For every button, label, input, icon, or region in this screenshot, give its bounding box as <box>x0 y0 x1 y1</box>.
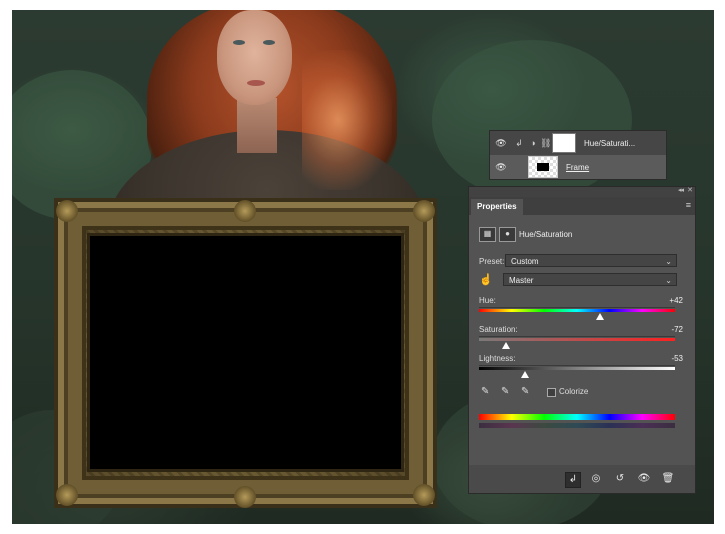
layer-mask-icon[interactable]: ● <box>499 227 516 242</box>
layer-row-hue-saturation[interactable]: 👁 ↲ ◑ ⛓ Hue/Saturati... <box>490 131 666 155</box>
eyedropper-plus-icon[interactable]: ✎ <box>501 386 509 397</box>
hue-slider-handle[interactable] <box>595 313 604 320</box>
lightness-slider-handle[interactable] <box>521 371 530 378</box>
layers-panel: 👁 ↲ ◑ ⛓ Hue/Saturati... 👁 Frame <box>489 130 667 180</box>
hamburger-menu-icon[interactable]: ≡ <box>686 200 691 210</box>
neck <box>237 98 277 153</box>
output-color-spectrum <box>479 423 675 428</box>
lightness-gradient-bar <box>479 367 675 370</box>
channel-dropdown[interactable]: Master ⌄ <box>503 273 677 286</box>
visibility-eye-icon[interactable]: 👁 <box>494 162 508 173</box>
saturation-track <box>479 336 675 337</box>
double-chevron-icon[interactable]: ◂◂ <box>678 186 684 194</box>
frame-ornament <box>234 200 256 222</box>
targeted-adjustment-hand-icon[interactable]: ☝ <box>479 273 493 286</box>
panel-tab-bar: Properties ≡ <box>469 197 695 215</box>
hue-gradient-bar <box>479 309 675 312</box>
panel-header-strip: ◂◂ ✕ <box>469 187 695 197</box>
face <box>217 10 292 105</box>
layer-name[interactable]: Frame <box>566 163 589 172</box>
preset-dropdown[interactable]: Custom ⌄ <box>505 254 677 267</box>
colorize-checkbox[interactable] <box>547 388 556 397</box>
frame-ornament <box>413 200 435 222</box>
chevron-down-icon: ⌄ <box>665 257 672 266</box>
hue-track <box>479 307 675 308</box>
lips <box>247 80 265 86</box>
preset-value: Custom <box>511 257 539 266</box>
frame-ornament <box>413 484 435 506</box>
eyedropper-minus-icon[interactable]: ✎ <box>521 386 529 397</box>
left-eye <box>233 40 245 45</box>
chain-link-icon[interactable]: ⛓ <box>540 138 551 149</box>
lightness-label: Lightness: <box>479 354 516 363</box>
preset-label: Preset: <box>479 257 505 266</box>
adjustment-icons: ▦ ● <box>479 227 516 242</box>
adjustment-title: Hue/Saturation <box>519 230 573 239</box>
tab-properties[interactable]: Properties <box>471 199 523 215</box>
frame-ornament <box>56 200 78 222</box>
colorize-label: Colorize <box>559 387 589 396</box>
visibility-eye-icon[interactable]: 👁 <box>637 472 651 486</box>
clip-to-layer-icon[interactable]: ↲ <box>565 472 581 488</box>
right-eye <box>263 40 275 45</box>
lightness-value[interactable]: -53 <box>671 354 683 363</box>
frame-ornament <box>234 486 256 508</box>
hue-label: Hue: <box>479 296 496 305</box>
clip-arrow-icon: ↲ <box>515 137 523 148</box>
panel-bottom-toolbar: ↲ ◎ ↺ 👁 🗑 <box>469 465 695 493</box>
layer-thumbnail[interactable] <box>528 156 558 178</box>
lightness-track <box>479 365 675 366</box>
view-previous-state-icon[interactable]: ◎ <box>589 472 603 486</box>
saturation-value[interactable]: -72 <box>671 325 683 334</box>
visibility-eye-icon[interactable]: 👁 <box>494 138 508 149</box>
gold-picture-frame <box>54 198 437 508</box>
close-icon[interactable]: ✕ <box>687 186 693 194</box>
input-color-spectrum <box>479 414 675 420</box>
channel-value: Master <box>509 276 534 285</box>
layer-name[interactable]: Hue/Saturati... <box>584 139 635 148</box>
saturation-gradient-bar <box>479 338 675 341</box>
saturation-slider-handle[interactable] <box>502 342 511 349</box>
reset-icon[interactable]: ↺ <box>613 472 627 486</box>
chevron-down-icon: ⌄ <box>665 276 672 285</box>
properties-panel: ◂◂ ✕ Properties ≡ ▦ ● Hue/Saturation Pre… <box>468 186 696 494</box>
frame-black-interior <box>90 236 401 469</box>
layer-mask-thumbnail[interactable] <box>552 133 576 153</box>
hue-value[interactable]: +42 <box>669 296 683 305</box>
trash-icon[interactable]: 🗑 <box>661 472 675 486</box>
saturation-label: Saturation: <box>479 325 518 334</box>
adjustment-grid-icon[interactable]: ▦ <box>479 227 496 242</box>
adjustment-layer-icon: ◑ <box>530 138 536 148</box>
layer-row-frame[interactable]: 👁 Frame <box>490 155 666 179</box>
hair-highlight <box>302 50 392 190</box>
eyedropper-icon[interactable]: ✎ <box>481 386 489 397</box>
frame-ornament <box>56 484 78 506</box>
